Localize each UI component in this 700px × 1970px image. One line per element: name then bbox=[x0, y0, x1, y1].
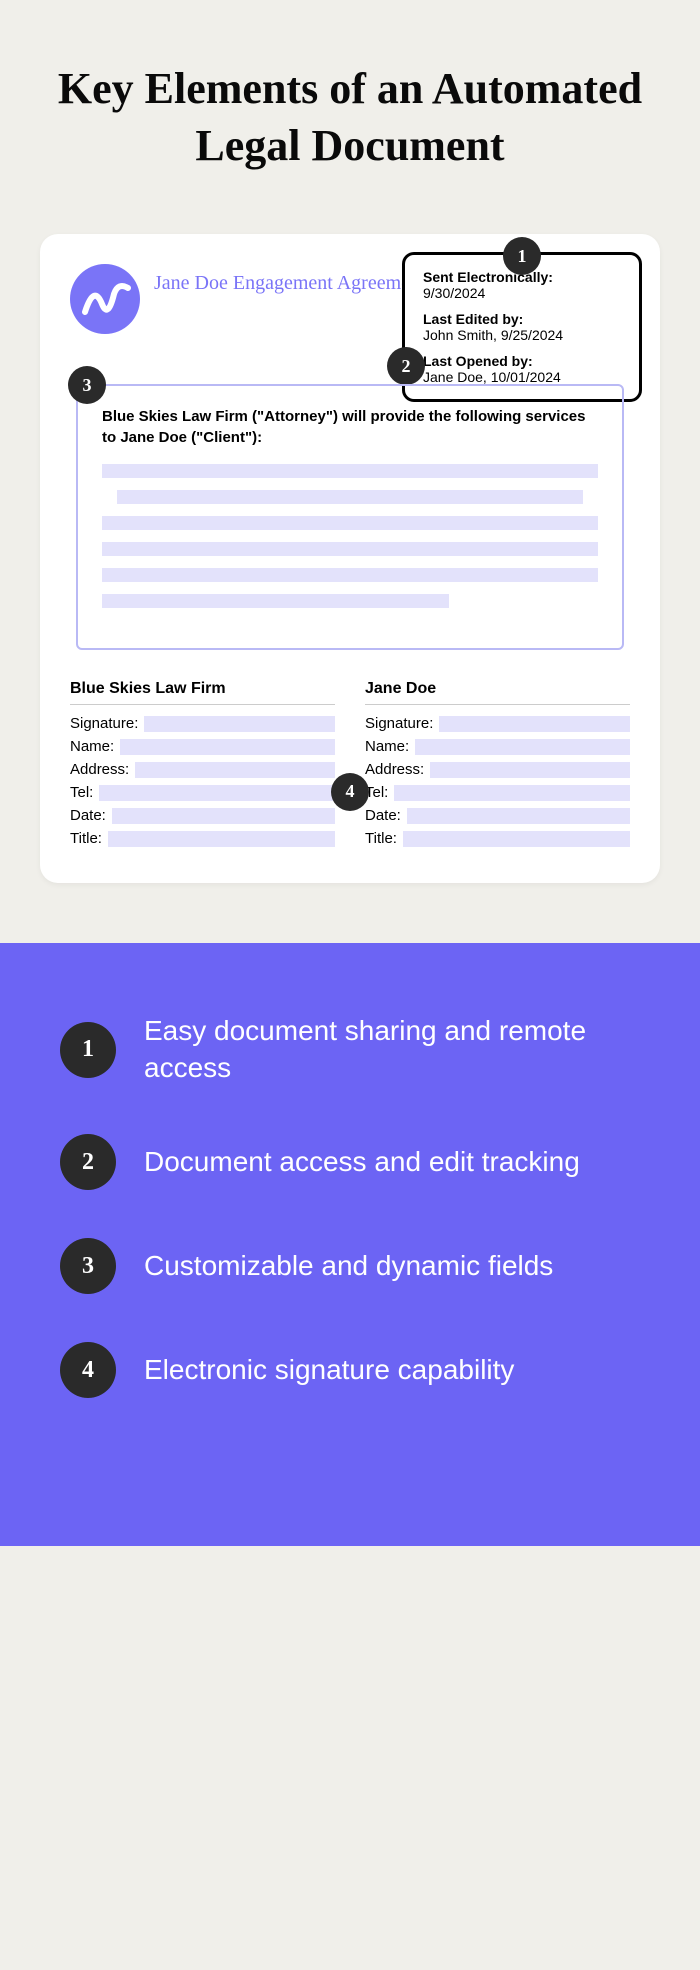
document-card: Jane Doe Engagement Agreement 1 2 Sent E… bbox=[40, 234, 660, 883]
sig-field bbox=[108, 831, 335, 847]
feature-badge: 3 bbox=[60, 1238, 116, 1294]
sig-row: Signature: bbox=[70, 715, 335, 732]
sig-row: Address: bbox=[365, 761, 630, 778]
sig-field bbox=[415, 739, 630, 755]
feature-row: 4 Electronic signature capability bbox=[60, 1342, 640, 1398]
meta-opened: Last Opened by: Jane Doe, 10/01/2024 bbox=[423, 353, 621, 385]
feature-row: 1 Easy document sharing and remote acces… bbox=[60, 1013, 640, 1086]
placeholder-line bbox=[102, 464, 598, 478]
sig-label: Tel: bbox=[70, 784, 93, 801]
feature-badge: 1 bbox=[60, 1022, 116, 1078]
sig-row: Address: bbox=[70, 761, 335, 778]
meta-edited-label: Last Edited by: bbox=[423, 311, 621, 327]
content-box: 3 Blue Skies Law Firm ("Attorney") will … bbox=[76, 384, 624, 650]
content-text: Blue Skies Law Firm ("Attorney") will pr… bbox=[102, 406, 598, 448]
feature-text: Easy document sharing and remote access bbox=[144, 1013, 640, 1086]
callout-badge-3: 3 bbox=[68, 366, 106, 404]
feature-text: Electronic signature capability bbox=[144, 1352, 514, 1388]
meta-edited: Last Edited by: John Smith, 9/25/2024 bbox=[423, 311, 621, 343]
placeholder-line bbox=[102, 594, 449, 608]
callout-badge-1: 1 bbox=[503, 237, 541, 275]
sig-label: Address: bbox=[70, 761, 129, 778]
sig-field bbox=[439, 716, 630, 732]
callout-badge-4: 4 bbox=[331, 773, 369, 811]
feature-text: Customizable and dynamic fields bbox=[144, 1248, 553, 1284]
features-panel: 1 Easy document sharing and remote acces… bbox=[0, 943, 700, 1546]
sig-row: Title: bbox=[365, 830, 630, 847]
signature-grid: 4 Blue Skies Law Firm Signature: Name: A… bbox=[70, 680, 630, 853]
sig-label: Date: bbox=[70, 807, 106, 824]
sig-field bbox=[144, 716, 335, 732]
firm-logo-icon bbox=[70, 264, 140, 334]
placeholder-line bbox=[102, 542, 598, 556]
placeholder-line bbox=[117, 490, 583, 504]
sig-row: Tel: bbox=[365, 784, 630, 801]
document-title: Jane Doe Engagement Agreement bbox=[154, 270, 426, 296]
signature-col-firm: Blue Skies Law Firm Signature: Name: Add… bbox=[70, 680, 335, 853]
sig-row: Name: bbox=[365, 738, 630, 755]
sig-field bbox=[403, 831, 630, 847]
sig-label: Name: bbox=[70, 738, 114, 755]
sig-row: Title: bbox=[70, 830, 335, 847]
feature-row: 2 Document access and edit tracking bbox=[60, 1134, 640, 1190]
placeholder-line bbox=[102, 568, 598, 582]
page-title: Key Elements of an Automated Legal Docum… bbox=[0, 0, 700, 214]
sig-row: Name: bbox=[70, 738, 335, 755]
sig-label: Name: bbox=[365, 738, 409, 755]
signature-col-client: Jane Doe Signature: Name: Address: Tel: … bbox=[365, 680, 630, 853]
sig-field bbox=[135, 762, 335, 778]
sig-label: Address: bbox=[365, 761, 424, 778]
meta-edited-value: John Smith, 9/25/2024 bbox=[423, 327, 621, 343]
sig-field bbox=[112, 808, 335, 824]
meta-sent-value: 9/30/2024 bbox=[423, 285, 621, 301]
sig-field bbox=[120, 739, 335, 755]
sig-label: Signature: bbox=[365, 715, 433, 732]
meta-opened-value: Jane Doe, 10/01/2024 bbox=[423, 369, 621, 385]
divider bbox=[70, 704, 335, 705]
metadata-box: 1 2 Sent Electronically: 9/30/2024 Last … bbox=[402, 252, 642, 402]
callout-badge-2: 2 bbox=[387, 347, 425, 385]
sig-row: Date: bbox=[70, 807, 335, 824]
signature-header: Blue Skies Law Firm bbox=[70, 680, 335, 698]
feature-badge: 2 bbox=[60, 1134, 116, 1190]
sig-row: Signature: bbox=[365, 715, 630, 732]
sig-label: Title: bbox=[365, 830, 397, 847]
divider bbox=[365, 704, 630, 705]
sig-field bbox=[394, 785, 630, 801]
meta-opened-label: Last Opened by: bbox=[423, 353, 621, 369]
sig-label: Title: bbox=[70, 830, 102, 847]
feature-row: 3 Customizable and dynamic fields bbox=[60, 1238, 640, 1294]
feature-text: Document access and edit tracking bbox=[144, 1144, 580, 1180]
sig-field bbox=[99, 785, 335, 801]
signature-header: Jane Doe bbox=[365, 680, 630, 698]
sig-field bbox=[407, 808, 630, 824]
feature-badge: 4 bbox=[60, 1342, 116, 1398]
sig-label: Date: bbox=[365, 807, 401, 824]
sig-field bbox=[430, 762, 630, 778]
sig-row: Tel: bbox=[70, 784, 335, 801]
placeholder-line bbox=[102, 516, 598, 530]
sig-label: Signature: bbox=[70, 715, 138, 732]
sig-row: Date: bbox=[365, 807, 630, 824]
